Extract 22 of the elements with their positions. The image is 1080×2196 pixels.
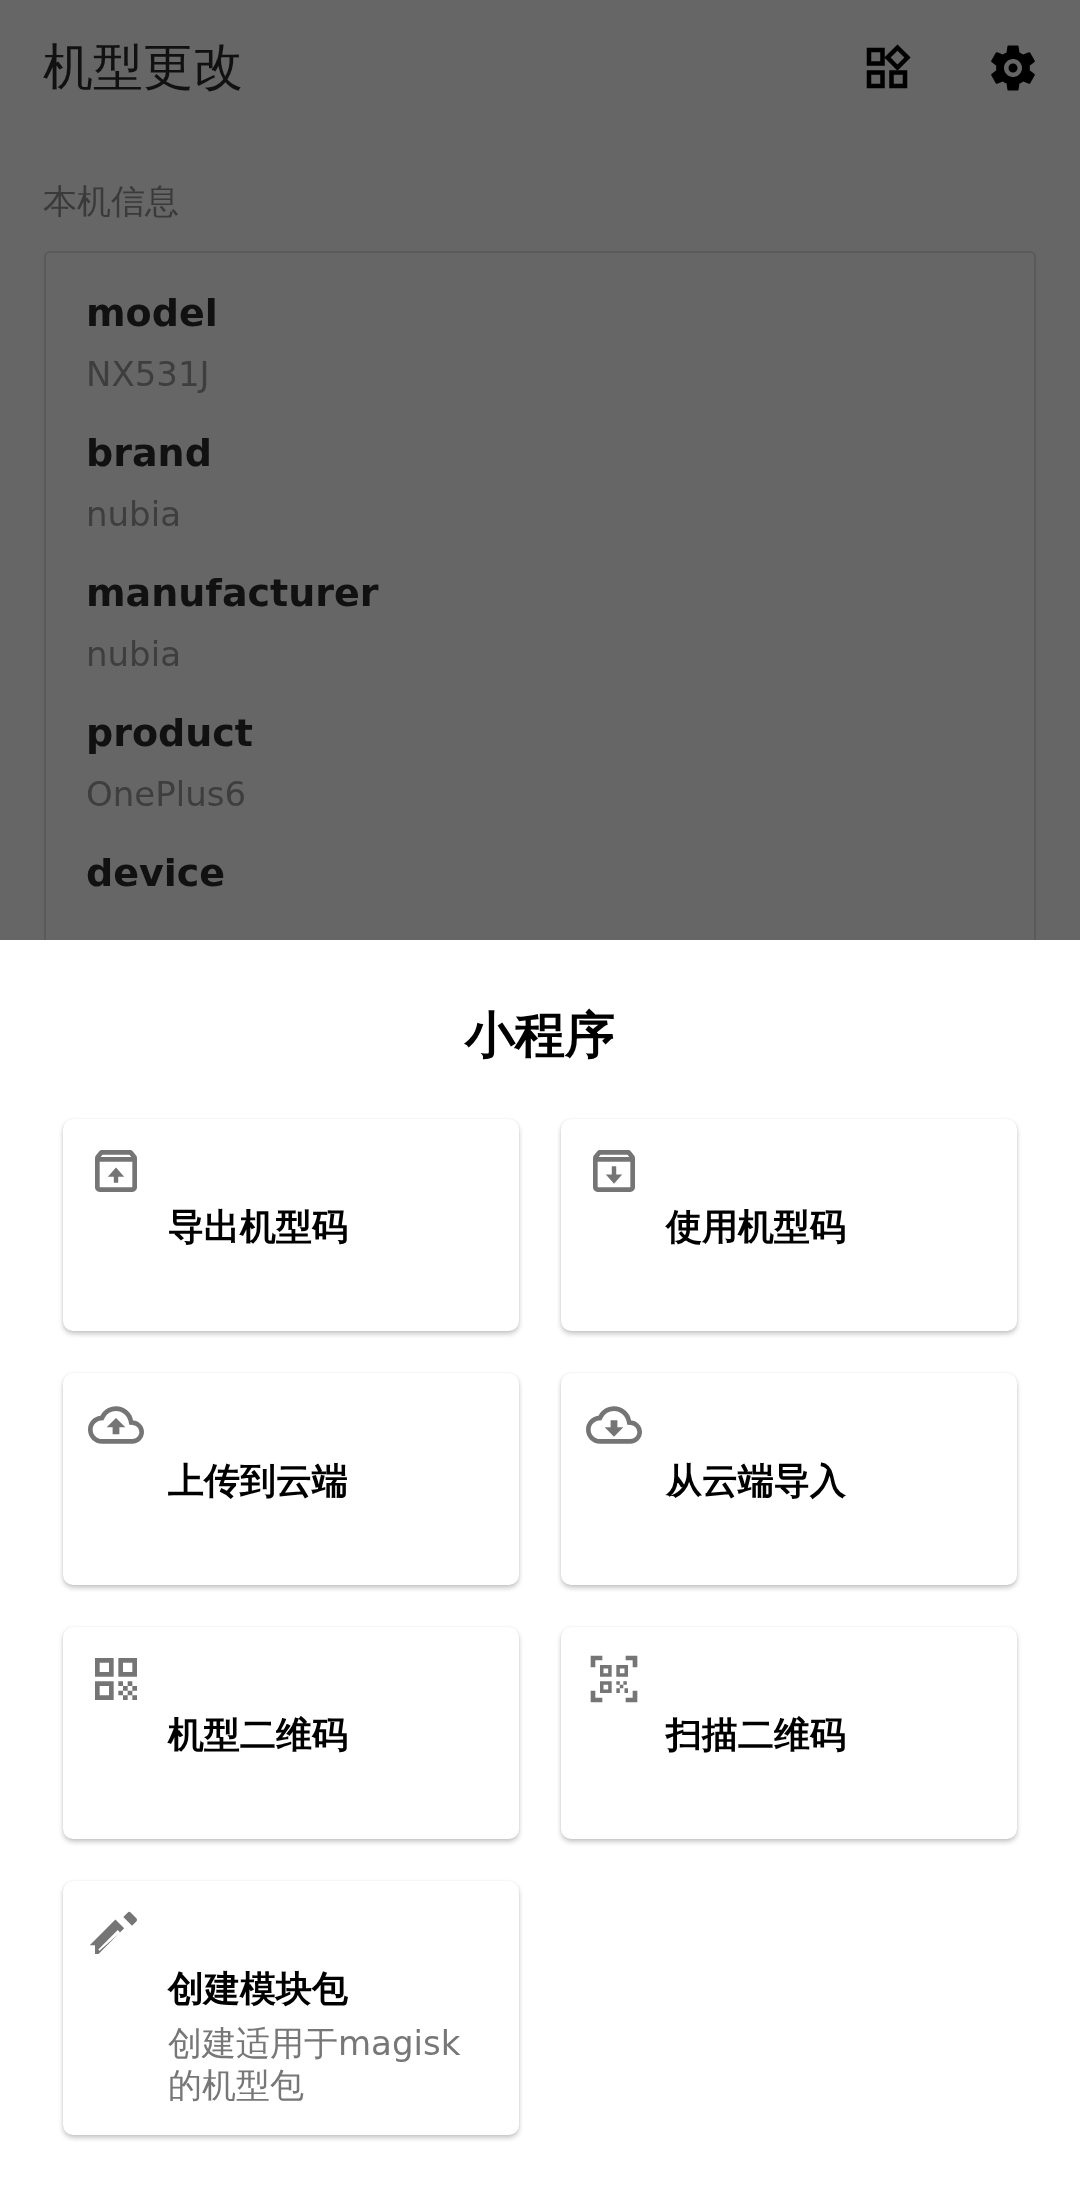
action-card[interactable]: 创建模块包 创建适用于magisk的机型包	[63, 1881, 519, 2135]
action-card[interactable]: 扫描二维码	[561, 1627, 1017, 1839]
action-card[interactable]: 使用机型码	[561, 1119, 1017, 1331]
action-label: 使用机型码	[666, 1205, 847, 1249]
action-label: 扫描二维码	[666, 1713, 847, 1757]
action-description: 创建适用于magisk的机型包	[168, 2022, 462, 2106]
action-label: 导出机型码	[168, 1205, 349, 1249]
info-key: manufacturer	[86, 561, 994, 625]
action-label: 机型二维码	[168, 1713, 349, 1757]
app-title: 机型更改	[43, 40, 243, 95]
info-key: brand	[86, 421, 994, 485]
action-label: 从云端导入	[666, 1459, 847, 1503]
action-card[interactable]: 从云端导入	[561, 1373, 1017, 1585]
info-key: product	[86, 701, 994, 765]
action-card[interactable]: 机型二维码	[63, 1627, 519, 1839]
action-label: 上传到云端	[168, 1459, 349, 1503]
info-key: device	[86, 841, 994, 905]
info-key: model	[86, 281, 994, 345]
sheet-title: 小程序	[465, 1005, 615, 1066]
action-card[interactable]: 导出机型码	[63, 1119, 519, 1331]
action-card[interactable]: 上传到云端	[63, 1373, 519, 1585]
action-label: 创建模块包	[168, 1967, 349, 2011]
